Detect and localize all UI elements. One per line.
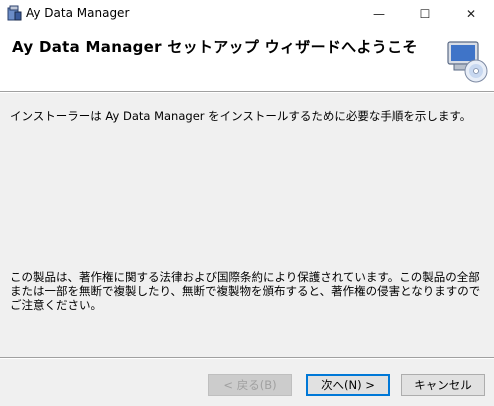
- window-title: Ay Data Manager: [26, 6, 130, 20]
- page-title: Ay Data Manager セットアップ ウィザードへようこそ: [12, 38, 418, 56]
- wizard-header: Ay Data Manager セットアップ ウィザードへようこそ: [0, 28, 494, 91]
- intro-text: インストーラーは Ay Data Manager をインストールするために必要な…: [10, 109, 472, 123]
- close-button[interactable]: ✕: [448, 0, 494, 28]
- cancel-button[interactable]: キャンセル: [401, 374, 485, 396]
- back-button[interactable]: < 戻る(B): [208, 374, 292, 396]
- minimize-button[interactable]: —: [356, 0, 402, 28]
- copyright-notice: この製品は、著作権に関する法律および国際条約により保護されています。この製品の全…: [10, 270, 481, 312]
- computer-cd-icon: [447, 41, 488, 83]
- installer-icon: [7, 5, 22, 21]
- footer-divider-highlight: [0, 358, 494, 359]
- header-divider-highlight: [0, 92, 494, 93]
- installer-window: Ay Data Manager — ☐ ✕ Ay Data Manager セッ…: [0, 0, 494, 406]
- title-bar[interactable]: Ay Data Manager — ☐ ✕: [0, 0, 494, 28]
- next-button[interactable]: 次へ(N) >: [306, 374, 390, 396]
- maximize-button[interactable]: ☐: [402, 0, 448, 28]
